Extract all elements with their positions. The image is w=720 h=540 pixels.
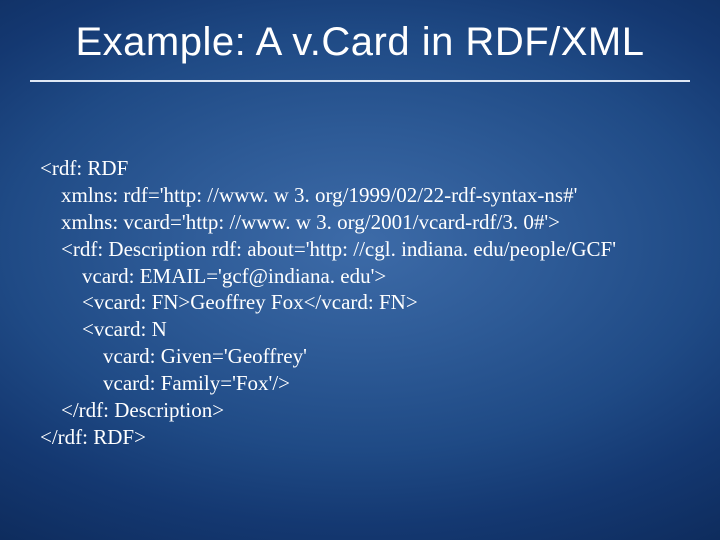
slide: Example: A v.Card in RDF/XML <rdf: RDF x… bbox=[0, 0, 720, 540]
code-line: <rdf: RDF bbox=[40, 156, 128, 180]
code-line: xmlns: vcard='http: //www. w 3. org/2001… bbox=[40, 210, 560, 234]
title-underline bbox=[30, 80, 690, 82]
code-line: vcard: Family='Fox'/> bbox=[40, 371, 290, 395]
code-line: xmlns: rdf='http: //www. w 3. org/1999/0… bbox=[40, 183, 577, 207]
code-block: <rdf: RDF xmlns: rdf='http: //www. w 3. … bbox=[40, 155, 680, 451]
code-line: </rdf: RDF> bbox=[40, 425, 146, 449]
code-line: vcard: EMAIL='gcf@indiana. edu'> bbox=[40, 264, 386, 288]
code-line: <vcard: FN>Geoffrey Fox</vcard: FN> bbox=[40, 290, 418, 314]
code-line: </rdf: Description> bbox=[40, 398, 224, 422]
code-line: <vcard: N bbox=[40, 317, 167, 341]
code-line: vcard: Given='Geoffrey' bbox=[40, 344, 307, 368]
code-line: <rdf: Description rdf: about='http: //cg… bbox=[40, 237, 616, 261]
slide-title: Example: A v.Card in RDF/XML bbox=[0, 20, 720, 65]
